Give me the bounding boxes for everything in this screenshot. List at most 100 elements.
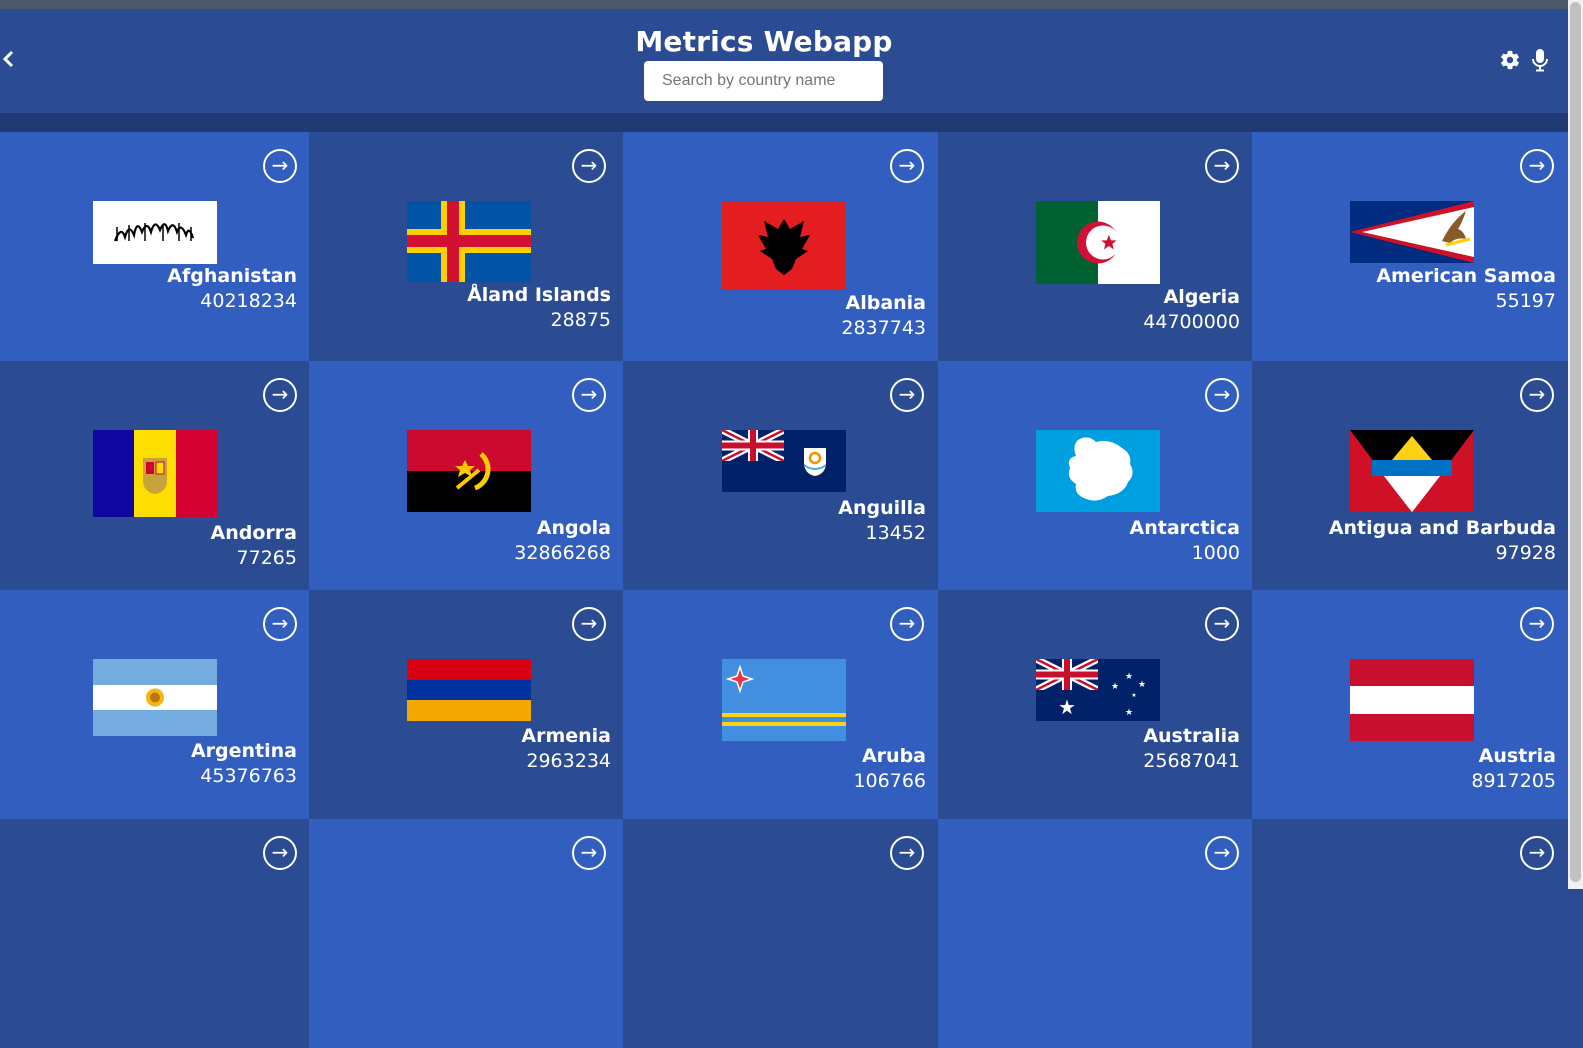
country-card[interactable]: → xyxy=(0,819,309,1048)
country-card-afghanistan[interactable]: → Afghanistan 40218234 xyxy=(0,132,309,361)
country-card-aland-islands[interactable]: → Åland Islands 28875 xyxy=(309,132,623,361)
country-population: 1000 xyxy=(1191,542,1240,564)
flag-aruba-icon xyxy=(722,659,846,741)
svg-text:★: ★ xyxy=(1125,672,1133,682)
arrow-right-circle-icon[interactable]: → xyxy=(1205,149,1239,183)
country-population: 2963234 xyxy=(526,750,611,772)
flag-afghanistan-icon xyxy=(93,201,217,264)
arrow-right-circle-icon[interactable]: → xyxy=(1205,836,1239,870)
country-card-aruba[interactable]: → Aruba 106766 xyxy=(623,590,938,819)
page-title: Metrics Webapp xyxy=(635,25,893,58)
svg-text:★: ★ xyxy=(1131,692,1136,699)
search-input[interactable] xyxy=(644,61,883,101)
flag-austria-icon xyxy=(1350,659,1474,741)
arrow-right-circle-icon[interactable]: → xyxy=(572,378,606,412)
arrow-right-circle-icon[interactable]: → xyxy=(890,378,924,412)
flag-antigua-and-barbuda-icon xyxy=(1350,430,1474,512)
arrow-right-circle-icon[interactable]: → xyxy=(890,607,924,641)
country-population: 8917205 xyxy=(1471,770,1556,792)
country-population: 44700000 xyxy=(1143,311,1240,333)
country-name: Algeria xyxy=(1163,286,1240,308)
country-name: Anguilla xyxy=(838,497,926,519)
country-name: Andorra xyxy=(210,522,297,544)
flag-anguilla-icon xyxy=(722,430,846,492)
country-population: 55197 xyxy=(1495,290,1556,312)
country-population: 2837743 xyxy=(841,317,926,339)
country-name: Australia xyxy=(1143,725,1240,747)
country-population: 77265 xyxy=(236,547,297,569)
flag-argentina-icon xyxy=(93,659,217,736)
header-divider xyxy=(0,113,1568,132)
country-name: American Samoa xyxy=(1376,265,1556,287)
flag-american-samoa-icon xyxy=(1350,201,1474,263)
arrow-right-circle-icon[interactable]: → xyxy=(572,149,606,183)
arrow-right-circle-icon[interactable]: → xyxy=(1520,607,1554,641)
gear-icon[interactable] xyxy=(1499,49,1521,71)
country-population: 28875 xyxy=(550,309,611,331)
country-name: Åland Islands xyxy=(467,284,611,306)
country-card-austria[interactable]: → Austria 8917205 xyxy=(1252,590,1568,819)
country-card-antigua-and-barbuda[interactable]: → Antigua and Barbuda 97928 xyxy=(1252,361,1568,590)
svg-text:★: ★ xyxy=(1125,708,1133,718)
country-population: 40218234 xyxy=(200,290,297,312)
country-name: Argentina xyxy=(190,740,297,762)
country-name: Aruba xyxy=(861,745,926,767)
country-card-albania[interactable]: → Albania 2837743 xyxy=(623,132,938,361)
country-name: Antarctica xyxy=(1129,517,1240,539)
country-card[interactable]: → xyxy=(623,819,938,1048)
svg-text:★: ★ xyxy=(1111,682,1119,692)
country-card-algeria[interactable]: → Algeria 44700000 xyxy=(938,132,1252,361)
country-card[interactable]: → xyxy=(309,819,623,1048)
scrollbar-thumb[interactable] xyxy=(1570,2,1581,882)
arrow-right-circle-icon[interactable]: → xyxy=(890,836,924,870)
flag-antarctica-icon xyxy=(1036,430,1160,512)
country-population: 45376763 xyxy=(200,765,297,787)
scrollbar[interactable] xyxy=(1568,0,1583,889)
arrow-right-circle-icon[interactable]: → xyxy=(263,149,297,183)
arrow-right-circle-icon[interactable]: → xyxy=(1520,836,1554,870)
arrow-right-circle-icon[interactable]: → xyxy=(890,149,924,183)
country-card[interactable]: → xyxy=(938,819,1252,1048)
country-card-angola[interactable]: → Angola 32866268 xyxy=(309,361,623,590)
country-name: Angola xyxy=(536,517,611,539)
country-card-anguilla[interactable]: → Anguilla 13452 xyxy=(623,361,938,590)
window-top-strip xyxy=(0,0,1568,9)
flag-australia-icon: ★ ★ ★ ★ ★ ★ xyxy=(1036,659,1160,721)
arrow-right-circle-icon[interactable]: → xyxy=(572,607,606,641)
arrow-right-circle-icon[interactable]: → xyxy=(1205,607,1239,641)
arrow-right-circle-icon[interactable]: → xyxy=(263,607,297,641)
country-population: 25687041 xyxy=(1143,750,1240,772)
arrow-right-circle-icon[interactable]: → xyxy=(1520,378,1554,412)
arrow-right-circle-icon[interactable]: → xyxy=(572,836,606,870)
flag-armenia-icon xyxy=(407,659,531,721)
country-name: Afghanistan xyxy=(167,265,297,287)
app-header: Metrics Webapp xyxy=(0,9,1568,113)
flag-albania-icon xyxy=(722,201,846,290)
country-card-andorra[interactable]: → Andorra 77265 xyxy=(0,361,309,590)
country-population: 97928 xyxy=(1495,542,1556,564)
country-name: Austria xyxy=(1478,745,1556,767)
svg-text:★: ★ xyxy=(1058,695,1076,719)
country-population: 106766 xyxy=(853,770,926,792)
country-population: 13452 xyxy=(865,522,926,544)
svg-text:★: ★ xyxy=(1138,680,1146,690)
country-card-australia[interactable]: → ★ ★ ★ ★ ★ ★ Australia 25687041 xyxy=(938,590,1252,819)
country-card[interactable]: → xyxy=(1252,819,1568,1048)
country-card-argentina[interactable]: → Argentina 45376763 xyxy=(0,590,309,819)
country-name: Armenia xyxy=(521,725,611,747)
country-card-antarctica[interactable]: → Antarctica 1000 xyxy=(938,361,1252,590)
country-name: Antigua and Barbuda xyxy=(1328,517,1556,539)
country-grid: → Afghanistan 40218234 → Åland Islands 2… xyxy=(0,132,1568,1048)
country-name: Albania xyxy=(845,292,927,314)
arrow-right-circle-icon[interactable]: → xyxy=(1205,378,1239,412)
country-population: 32866268 xyxy=(514,542,611,564)
microphone-icon[interactable] xyxy=(1531,48,1549,72)
flag-andorra-icon xyxy=(93,430,217,517)
country-card-american-samoa[interactable]: → American Samoa 55197 xyxy=(1252,132,1568,361)
arrow-right-circle-icon[interactable]: → xyxy=(263,836,297,870)
arrow-right-circle-icon[interactable]: → xyxy=(1520,149,1554,183)
flag-angola-icon xyxy=(407,430,531,512)
arrow-right-circle-icon[interactable]: → xyxy=(263,378,297,412)
country-card-armenia[interactable]: → Armenia 2963234 xyxy=(309,590,623,819)
flag-aland-islands-icon xyxy=(407,201,531,282)
